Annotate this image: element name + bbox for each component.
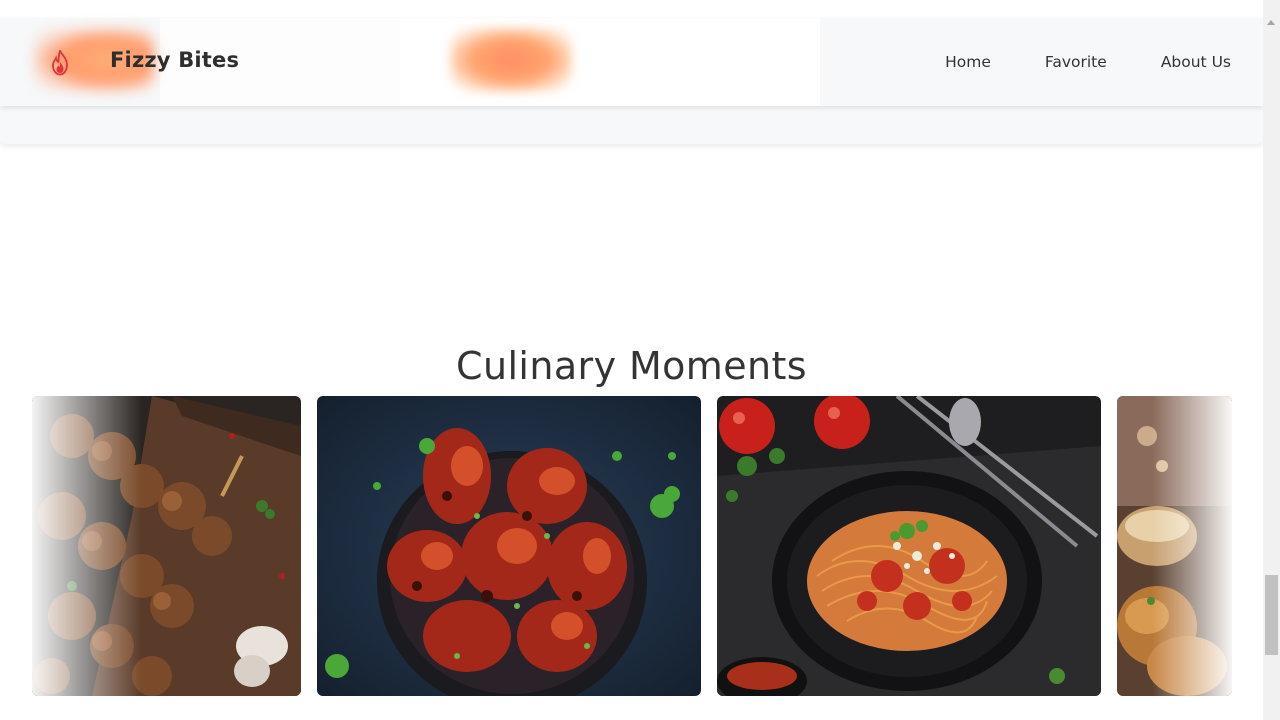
navbar-underlay bbox=[0, 106, 1263, 144]
page-scrollbar[interactable] bbox=[1263, 0, 1280, 720]
kebab-skewers-image bbox=[32, 396, 301, 696]
image-gallery[interactable] bbox=[32, 396, 1232, 696]
nav-link-home[interactable]: Home bbox=[945, 53, 991, 71]
gallery-card-kebab[interactable] bbox=[32, 396, 301, 696]
nav-link-favorite[interactable]: Favorite bbox=[1045, 53, 1107, 71]
section-title: Culinary Moments bbox=[456, 343, 807, 388]
gallery-card-chicken[interactable] bbox=[317, 396, 701, 696]
scroll-up-arrow-icon[interactable] bbox=[1267, 20, 1275, 25]
navbar: Fizzy Bites Home Favorite About Us bbox=[0, 18, 1263, 106]
gallery-card-pasta[interactable] bbox=[717, 396, 1101, 696]
gallery-card-dessert[interactable] bbox=[1117, 396, 1232, 696]
grilled-chicken-wings-image bbox=[317, 396, 701, 696]
dessert-image bbox=[1117, 396, 1232, 696]
spaghetti-pasta-image bbox=[717, 396, 1101, 696]
nav-links: Home Favorite About Us bbox=[945, 18, 1231, 106]
brand-name[interactable]: Fizzy Bites bbox=[110, 48, 239, 72]
decorative-glow bbox=[450, 28, 572, 92]
scrollbar-thumb[interactable] bbox=[1265, 575, 1278, 655]
page: Fizzy Bites Home Favorite About Us Culin… bbox=[0, 0, 1280, 720]
flame-icon[interactable] bbox=[48, 48, 72, 76]
nav-link-about-us[interactable]: About Us bbox=[1161, 53, 1231, 71]
